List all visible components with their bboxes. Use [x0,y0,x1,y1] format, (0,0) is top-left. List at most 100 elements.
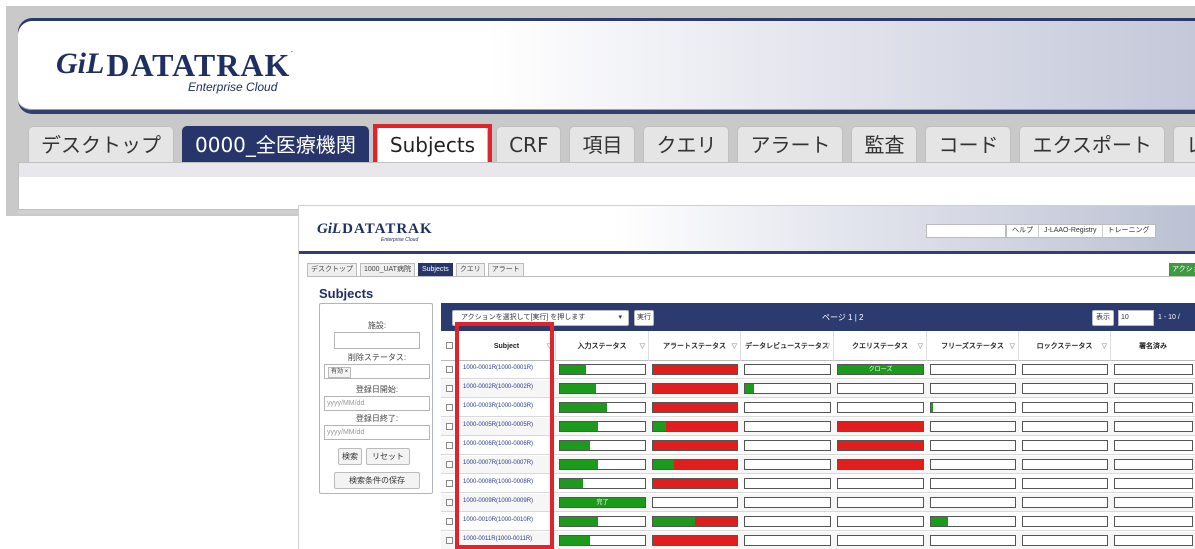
query-status-bar[interactable] [837,535,924,546]
table-row[interactable]: 1000-0007R(1000-0007R) [441,456,1195,474]
freeze-status-bar[interactable] [930,402,1016,413]
alert-status-bar[interactable] [652,402,738,413]
row-checkbox[interactable] [446,442,453,449]
input-status-bar[interactable] [559,421,646,432]
sign-status-bar[interactable] [1114,516,1193,527]
sign-status-bar[interactable] [1114,459,1193,470]
alert-status-bar[interactable] [652,459,738,470]
input-status-bar[interactable] [559,459,646,470]
review-status-bar[interactable] [744,440,831,451]
row-checkbox[interactable] [446,480,453,487]
alert-status-bar[interactable] [652,364,738,375]
freeze-status-bar[interactable] [930,497,1016,508]
query-status-bar[interactable] [837,383,924,394]
tab-1[interactable]: 1000_UAT病院 [360,263,415,276]
freeze-status-bar[interactable] [930,421,1016,432]
alert-status-bar[interactable] [652,440,738,451]
lock-status-bar[interactable] [1022,497,1108,508]
reg-end-input[interactable]: yyyy/MM/dd [324,425,430,440]
sign-status-bar[interactable] [1114,440,1193,451]
sign-status-bar[interactable] [1114,497,1193,508]
sign-status-bar[interactable] [1114,535,1193,546]
column-header-5[interactable]: フリーズステータス ▽ [927,331,1019,361]
review-status-bar[interactable] [744,478,831,489]
lock-status-bar[interactable] [1022,459,1108,470]
input-status-bar[interactable] [559,383,646,394]
column-header-1[interactable]: 入力ステータス ▽ [556,331,649,361]
lock-status-bar[interactable] [1022,364,1108,375]
review-status-bar[interactable] [744,516,831,527]
filter-icon[interactable]: ▽ [640,342,645,350]
review-status-bar[interactable] [744,497,831,508]
input-status-bar[interactable] [559,440,646,451]
header-link-1[interactable]: J-LAAO-Registry [1038,225,1102,237]
alert-status-bar[interactable] [652,516,738,527]
table-row[interactable]: 1000-0006R(1000-0006R) [441,437,1195,455]
column-header-6[interactable]: ロックステータス ▽ [1019,331,1111,361]
sign-status-bar[interactable] [1114,421,1193,432]
alert-status-bar[interactable] [652,478,738,489]
query-status-bar[interactable] [837,497,924,508]
header-search-input[interactable] [926,224,1006,238]
alert-status-bar[interactable] [652,421,738,432]
lock-status-bar[interactable] [1022,383,1108,394]
input-status-bar[interactable] [559,535,646,546]
save-search-button[interactable]: 検索条件の保存 [334,472,420,489]
pager[interactable]: ページ 1 | 2 [822,310,863,326]
table-row[interactable]: 1000-0011R(1000-0011R) [441,532,1195,549]
sign-status-bar[interactable] [1114,383,1193,394]
filter-icon[interactable]: ▽ [1010,342,1015,350]
main-tab-9[interactable]: エクスポート [1019,126,1165,162]
query-status-bar[interactable] [837,440,924,451]
main-tab-7[interactable]: 監査 [851,126,918,162]
freeze-status-bar[interactable] [930,440,1016,451]
query-status-bar[interactable] [837,402,924,413]
freeze-status-bar[interactable] [930,383,1016,394]
main-tab-0[interactable]: デスクトップ [28,126,174,162]
main-tab-2[interactable]: Subjects [372,124,493,179]
query-status-bar[interactable] [837,516,924,527]
delete-status-select[interactable]: 有効 × [324,364,430,379]
tab-3[interactable]: クエリ [455,263,485,276]
table-row[interactable]: 1000-0008R(1000-0008R) [441,475,1195,493]
review-status-bar[interactable] [744,364,831,375]
main-tab-10[interactable]: レポート [1172,126,1195,162]
table-row[interactable]: 1000-0005R(1000-0005R) [441,418,1195,436]
input-status-bar[interactable] [559,402,646,413]
row-checkbox[interactable] [446,423,453,430]
main-tab-4[interactable]: 項目 [569,126,636,162]
run-button[interactable]: 実行 [634,310,654,326]
review-status-bar[interactable] [744,459,831,470]
site-input[interactable] [334,332,420,349]
show-button[interactable]: 表示 [1092,310,1114,326]
filter-icon[interactable]: ▽ [825,342,830,350]
column-header-3[interactable]: データレビューステータス ▽ [741,331,834,361]
sign-status-bar[interactable] [1114,478,1193,489]
reg-start-input[interactable]: yyyy/MM/dd [324,396,430,411]
row-checkbox[interactable] [446,404,453,411]
query-status-bar[interactable] [837,421,924,432]
lock-status-bar[interactable] [1022,478,1108,489]
review-status-bar[interactable] [744,535,831,546]
select-all-checkbox[interactable] [446,342,453,349]
column-header-4[interactable]: クエリステータス ▽ [834,331,927,361]
query-status-bar[interactable] [837,478,924,489]
sign-status-bar[interactable] [1114,364,1193,375]
filter-icon[interactable]: ▽ [1102,342,1107,350]
lock-status-bar[interactable] [1022,421,1108,432]
table-row[interactable]: 1000-0010R(1000-0010R) [441,513,1195,531]
filter-icon[interactable]: ▽ [918,342,923,350]
row-checkbox[interactable] [446,385,453,392]
reset-button[interactable]: リセット [366,448,410,465]
query-status-bar[interactable] [837,459,924,470]
sign-status-bar[interactable] [1114,402,1193,413]
freeze-status-bar[interactable] [930,535,1016,546]
table-row[interactable]: 1000-0003R(1000-0003R) [441,399,1195,417]
main-tab-5[interactable]: クエリ [643,126,730,162]
freeze-status-bar[interactable] [930,364,1016,375]
filter-icon[interactable]: ▽ [732,342,737,350]
query-status-bar[interactable]: クローズ [837,364,924,375]
input-status-bar[interactable]: 完了 [559,497,646,508]
table-row[interactable]: 1000-0009R(1000-0009R) 完了 [441,494,1195,512]
main-tab-8[interactable]: コード [925,126,1012,162]
